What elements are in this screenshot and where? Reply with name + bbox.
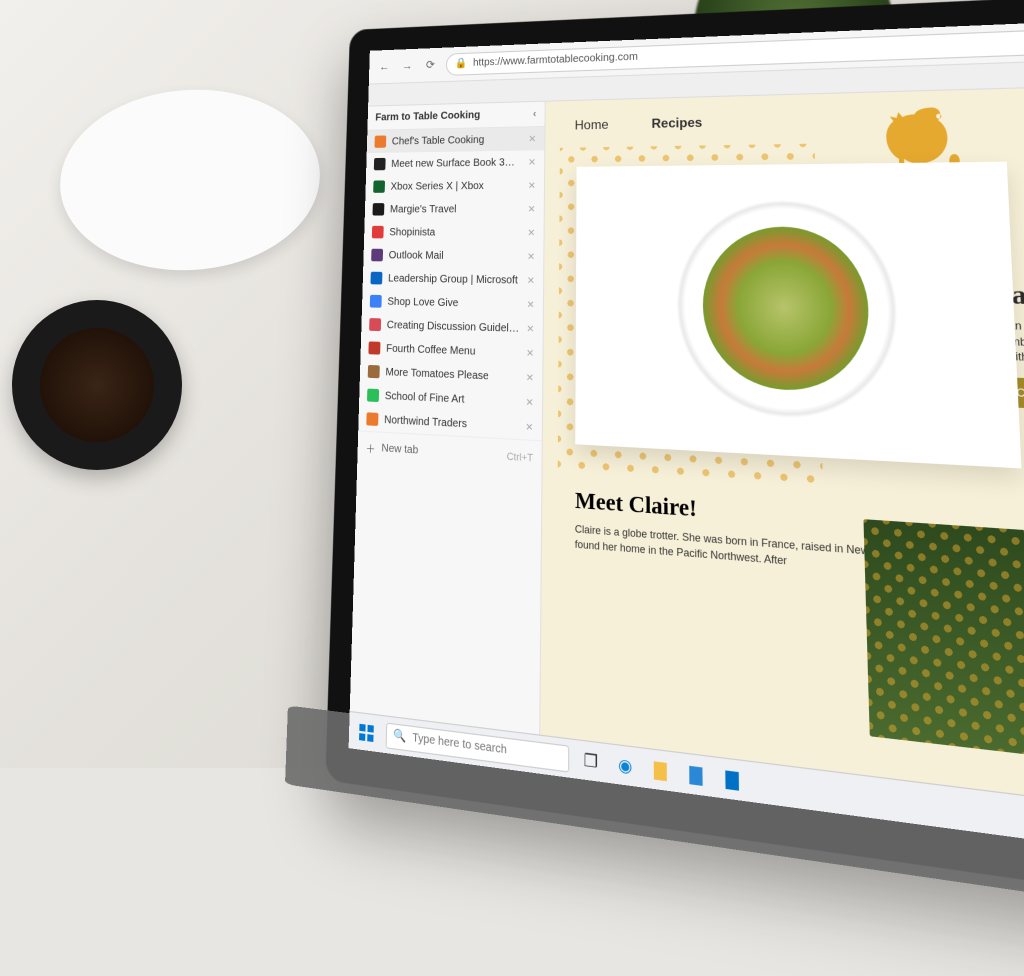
close-tab-button[interactable]: ✕: [528, 180, 536, 192]
tab-label: Shop Love Give: [387, 296, 520, 311]
plate-graphic: [657, 180, 923, 444]
close-tab-button[interactable]: ✕: [525, 421, 533, 434]
task-view-button[interactable]: ❐: [578, 746, 603, 777]
laptop: ← → ⟳ 🔒 https://www.farmtotablecooking.c…: [325, 0, 1024, 920]
start-button[interactable]: [355, 718, 378, 747]
favicon: [372, 203, 384, 215]
tab-label: Leadership Group | Microsoft: [388, 272, 521, 286]
plus-icon: ＋: [365, 440, 375, 457]
mail-icon: ▇: [725, 768, 738, 792]
lock-icon: 🔒: [455, 58, 467, 70]
favicon: [370, 272, 382, 285]
task-view-icon: ❐: [584, 750, 598, 773]
hero-image: [575, 162, 1021, 469]
tab-label: Creating Discussion Guidelines: [387, 319, 520, 334]
favicon: [371, 249, 383, 262]
favicon: [367, 389, 379, 402]
tab-item[interactable]: Xbox Series X | Xbox ✕: [365, 174, 544, 198]
chevron-left-icon: ←: [379, 60, 390, 72]
close-tab-button[interactable]: ✕: [527, 227, 535, 239]
tab-label: Margie's Travel: [390, 203, 522, 215]
favicon: [373, 180, 385, 192]
prop-plate: [54, 81, 326, 279]
close-tab-button[interactable]: ✕: [528, 156, 536, 168]
screen: ← → ⟳ 🔒 https://www.farmtotablecooking.c…: [349, 16, 1024, 871]
tab-label: School of Fine Art: [385, 390, 520, 408]
tab-label: More Tomatoes Please: [385, 366, 519, 383]
url-text: https://www.farmtotablecooking.com: [473, 51, 638, 69]
close-tab-button[interactable]: ✕: [526, 323, 534, 335]
edge-icon: ◉: [618, 754, 632, 777]
tab-item[interactable]: Leadership Group | Microsoft ✕: [363, 266, 544, 292]
tab-item[interactable]: Shopinista ✕: [364, 221, 544, 245]
collapse-tabs-button[interactable]: ‹: [533, 108, 537, 120]
refresh-icon: ⟳: [426, 58, 435, 71]
new-tab-label: New tab: [381, 443, 418, 457]
tab-label: Fourth Coffee Menu: [386, 343, 520, 359]
favicon: [368, 365, 380, 378]
tab-label: Shopinista: [389, 226, 521, 238]
taskbar-app-explorer[interactable]: ▇: [647, 755, 673, 786]
windows-icon: [359, 723, 374, 741]
favicon: [368, 341, 380, 354]
folder-icon: ▇: [654, 759, 667, 782]
tab-label: Xbox Series X | Xbox: [390, 180, 521, 193]
search-placeholder: Type here to search: [412, 732, 507, 757]
salad-graphic: [702, 227, 871, 394]
tab-item[interactable]: Meet new Surface Book 3w 13.5" ✕: [366, 150, 544, 175]
tab-label: Meet new Surface Book 3w 13.5": [391, 156, 522, 169]
favicon: [372, 226, 384, 239]
tab-item[interactable]: Outlook Mail ✕: [363, 243, 543, 268]
taskbar-app-edge[interactable]: ◉: [613, 750, 639, 781]
close-tab-button[interactable]: ✕: [528, 203, 536, 215]
favicon: [374, 135, 386, 147]
vertical-tabs-panel: Farm to Table Cooking ‹ Chef's Table Coo…: [350, 102, 546, 735]
favicon: [370, 295, 382, 308]
vertical-tabs-title: Farm to Table Cooking: [375, 110, 480, 124]
close-tab-button[interactable]: ✕: [527, 298, 535, 310]
close-tab-button[interactable]: ✕: [526, 347, 534, 359]
prop-coffee: [12, 300, 182, 470]
chevron-right-icon: →: [402, 59, 413, 71]
favicon: [366, 412, 378, 426]
tab-label: Chef's Table Cooking: [392, 133, 523, 147]
taskbar-app-store[interactable]: ▇: [683, 759, 710, 790]
taskbar-app-mail[interactable]: ▇: [719, 764, 746, 796]
tab-label: Outlook Mail: [389, 249, 521, 262]
back-button[interactable]: ←: [377, 58, 393, 75]
nav-home[interactable]: Home: [575, 117, 609, 133]
browser-body: Farm to Table Cooking ‹ Chef's Table Coo…: [350, 83, 1024, 824]
tab-item[interactable]: Margie's Travel ✕: [365, 197, 544, 221]
new-tab-shortcut: Ctrl+T: [507, 450, 533, 463]
search-icon: 🔍: [393, 729, 406, 744]
close-tab-button[interactable]: ✕: [525, 396, 533, 409]
favicon: [369, 318, 381, 331]
tab-label: Northwind Traders: [384, 414, 519, 433]
close-tab-button[interactable]: ✕: [526, 371, 534, 384]
vertical-tabs-header: Farm to Table Cooking ‹: [367, 102, 544, 131]
store-icon: ▇: [689, 763, 702, 786]
close-tab-button[interactable]: ✕: [527, 274, 535, 286]
forward-button[interactable]: →: [399, 57, 415, 74]
favicon: [374, 158, 386, 170]
close-tab-button[interactable]: ✕: [528, 133, 536, 145]
secondary-image: [863, 519, 1024, 778]
webpage-content: Home Recipes About Contact: [540, 83, 1024, 824]
refresh-button[interactable]: ⟳: [423, 56, 439, 73]
tab-item[interactable]: Chef's Table Cooking ✕: [367, 127, 545, 153]
nav-recipes[interactable]: Recipes: [652, 115, 703, 131]
tabs-list: Chef's Table Cooking✕Meet new Surface Bo…: [358, 127, 544, 440]
close-tab-button[interactable]: ✕: [527, 250, 535, 262]
